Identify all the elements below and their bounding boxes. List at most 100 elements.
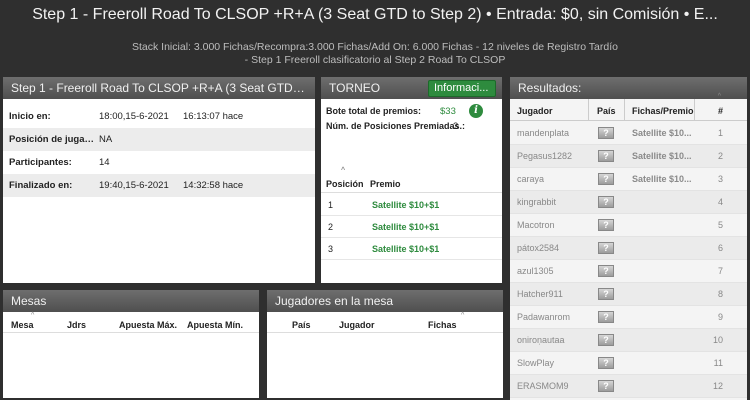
prize-value: Satellite $10+$1 <box>372 222 440 232</box>
tables-panel: Mesas ^ Mesa Jdrs Apuesta Máx. Apuesta M… <box>3 290 259 398</box>
country-unknown-icon: ? <box>598 288 614 300</box>
country-unknown-icon: ? <box>598 173 614 185</box>
col-pais[interactable]: País <box>597 106 616 116</box>
result-row[interactable]: Macotron? 5 <box>510 214 747 237</box>
sort-caret-icon: ^ <box>461 312 465 319</box>
result-player-name: Padawanrom <box>517 312 571 322</box>
page-title: Step 1 - Freeroll Road To CLSOP +R+A (3 … <box>32 6 718 23</box>
column-divider <box>588 99 589 121</box>
divider <box>3 332 259 333</box>
result-prize: Satellite $10... <box>632 151 692 161</box>
result-row[interactable]: Hatcher911? 8 <box>510 283 747 306</box>
result-row[interactable]: Padawanrom? 9 <box>510 306 747 329</box>
result-player-name: kingrabbit <box>517 197 557 207</box>
country-unknown-icon: ? <box>598 127 614 139</box>
result-player-name: pátox2584 <box>517 243 560 253</box>
prize-row: 3 Satellite $10+$1 <box>321 238 502 260</box>
col-min-bet[interactable]: Apuesta Mín. <box>187 320 243 330</box>
result-rank: 11 <box>713 358 723 368</box>
result-row[interactable]: mandenplata? Satellite $10... 1 <box>510 122 747 145</box>
torneo-title: TORNEO <box>329 81 381 95</box>
col-fichas[interactable]: Fichas <box>428 320 457 330</box>
result-rank: 12 <box>712 381 723 391</box>
prize-pool-label: Bote total de premios: <box>326 106 422 116</box>
paid-positions-value: 3 <box>453 121 459 132</box>
result-player-name: Pegasus1282 <box>517 151 573 161</box>
detail-label: Posición de jugado... <box>9 134 95 145</box>
prize-table-header: ^ Posición Premio <box>321 167 502 193</box>
country-unknown-icon: ? <box>598 242 614 254</box>
detail-label: Participantes: <box>9 157 72 168</box>
prize-row: 2 Satellite $10+$1 <box>321 216 502 238</box>
detail-value: 14 <box>99 157 110 168</box>
results-panel: Resultados: Jugador País Fichas/Premio #… <box>510 77 747 400</box>
result-player-name: Hatcher911 <box>517 289 563 299</box>
sort-caret-icon: ^ <box>341 167 346 174</box>
result-player-name: caraya <box>517 174 545 184</box>
result-row[interactable]: SlowPlay? 11 <box>510 352 747 375</box>
country-unknown-icon: ? <box>598 219 614 231</box>
tournament-subtitle-stack: Stack Inicial: 3.000 Fichas/Recompra:3.0… <box>132 41 618 53</box>
result-rank: 8 <box>717 289 723 299</box>
result-row[interactable]: oniroṇautaa? 10 <box>510 329 747 352</box>
detail-extra: 16:13:07 hace <box>183 111 244 122</box>
prize-value: Satellite $10+$1 <box>372 244 440 254</box>
country-unknown-icon: ? <box>598 357 614 369</box>
paid-positions-label: Núm. de Posiciones Premiadas.: <box>326 121 466 131</box>
col-pais[interactable]: País <box>292 320 311 330</box>
result-row[interactable]: kingrabbit? 4 <box>510 191 747 214</box>
result-row[interactable]: pátox2584? 6 <box>510 237 747 260</box>
result-rank: 10 <box>712 335 723 345</box>
sort-caret-icon: ^ <box>717 93 721 100</box>
col-position[interactable]: Posición <box>326 179 364 189</box>
col-fichas-premio[interactable]: Fichas/Premio <box>632 106 694 116</box>
prize-value: Satellite $10+$1 <box>372 200 440 210</box>
col-prize[interactable]: Premio <box>370 179 401 189</box>
info-icon[interactable]: i <box>469 104 483 118</box>
prize-position: 1 <box>328 200 334 210</box>
table-players-panel-title: Jugadores en la mesa <box>267 290 503 312</box>
torneo-panel: TORNEO Informaci... Bote total de premio… <box>321 77 502 283</box>
result-player-name: oniroṇautaa <box>517 335 565 345</box>
divider <box>267 332 503 333</box>
country-unknown-icon: ? <box>598 265 614 277</box>
col-rank[interactable]: # <box>718 106 723 116</box>
col-jugador[interactable]: Jugador <box>517 106 553 116</box>
prize-position: 3 <box>328 244 334 254</box>
result-rank: 3 <box>717 174 723 184</box>
detail-row-start: Inicio en: 18:00,15-6-2021 16:13:07 hace <box>3 105 315 128</box>
column-divider <box>624 99 625 121</box>
col-max-bet[interactable]: Apuesta Máx. <box>119 320 177 330</box>
result-rank: 4 <box>717 197 723 207</box>
table-players-panel: Jugadores en la mesa ^ País Jugador Fich… <box>267 290 503 398</box>
detail-value: 18:00,15-6-2021 <box>99 111 169 122</box>
prize-position: 2 <box>328 222 334 232</box>
result-rank: 7 <box>717 266 723 276</box>
detail-row-participants: Participantes: 14 <box>3 151 315 174</box>
result-player-name: mandenplata <box>517 128 570 138</box>
info-button[interactable]: Informaci... <box>428 80 496 97</box>
result-player-name: ERASMOM9 <box>517 381 569 391</box>
result-prize: Satellite $10... <box>632 128 692 138</box>
result-row[interactable]: caraya? Satellite $10... 3 <box>510 168 747 191</box>
result-rank: 1 <box>717 128 723 138</box>
country-unknown-icon: ? <box>598 196 614 208</box>
col-jdrs[interactable]: Jdrs <box>67 320 86 330</box>
details-panel-title: Step 1 - Freeroll Road To CLSOP +R+A (3 … <box>3 77 315 99</box>
result-row[interactable]: ERASMOM9? 12 <box>510 375 747 398</box>
result-rank: 5 <box>717 220 723 230</box>
result-row[interactable]: Pegasus1282? Satellite $10... 2 <box>510 145 747 168</box>
result-player-name: Macotron <box>517 220 555 230</box>
country-unknown-icon: ? <box>598 334 614 346</box>
country-unknown-icon: ? <box>598 311 614 323</box>
col-mesa[interactable]: Mesa <box>11 320 34 330</box>
detail-extra: 14:32:58 hace <box>183 180 244 191</box>
detail-value: NA <box>99 134 113 145</box>
country-unknown-icon: ? <box>598 150 614 162</box>
prize-pool-value: $33 <box>440 106 456 117</box>
result-row[interactable]: azul1305? 7 <box>510 260 747 283</box>
detail-row-position: Posición de jugado... NA <box>3 128 315 151</box>
detail-value: 19:40,15-6-2021 <box>99 180 169 191</box>
col-jugador[interactable]: Jugador <box>339 320 375 330</box>
country-unknown-icon: ? <box>598 380 614 392</box>
